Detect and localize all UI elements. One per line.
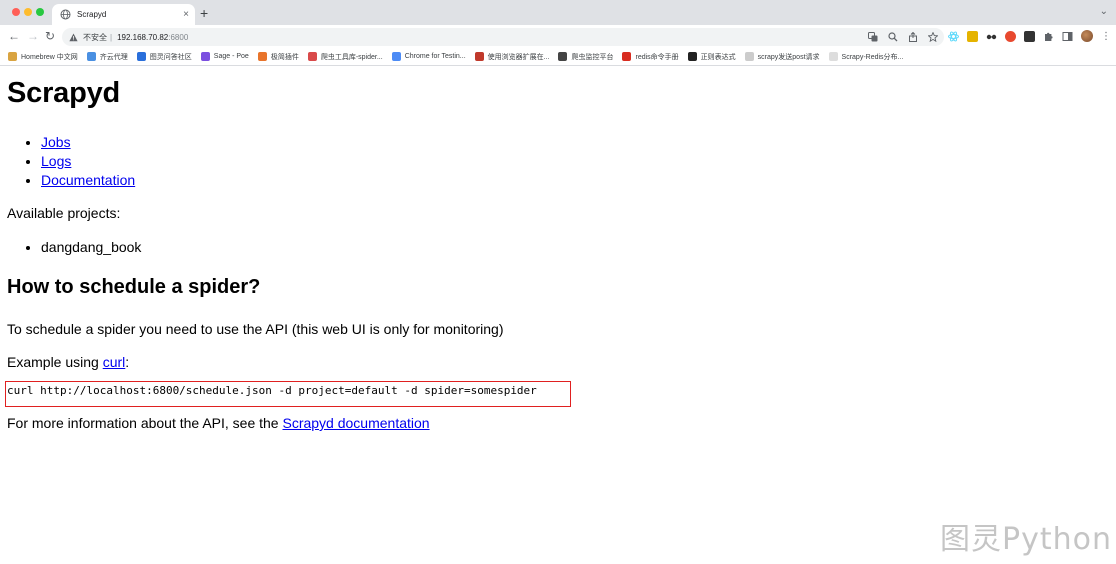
example-paragraph: Example using curl:: [7, 354, 129, 370]
schedule-heading: How to schedule a spider?: [7, 276, 261, 298]
bookmark-label: Sage - Poe: [213, 53, 249, 60]
bookmark-item[interactable]: 极简插件: [257, 52, 299, 62]
window-zoom-button[interactable]: [36, 8, 44, 16]
bookmark-item[interactable]: 图灵问答社区: [136, 52, 192, 62]
bookmark-favicon-icon: [828, 52, 838, 61]
address-bar[interactable]: 不安全 | 192.168.70.82 :6800: [62, 28, 944, 46]
bookmark-favicon-icon: [744, 52, 754, 61]
page-title: Scrapyd: [7, 77, 121, 109]
record-extension-icon[interactable]: [1005, 30, 1016, 42]
bookmark-favicon-icon: [257, 52, 267, 61]
window-close-button[interactable]: [12, 8, 20, 16]
example-suffix: :: [125, 354, 130, 370]
url-host: 192.168.70.82: [117, 32, 169, 42]
side-panel-icon[interactable]: [1062, 30, 1073, 42]
active-tab[interactable]: Scrapyd ×: [52, 4, 195, 25]
bookmark-item[interactable]: scrapy发送post请求: [744, 52, 820, 62]
info-prefix: For more information about the API, see …: [7, 415, 283, 431]
warning-icon[interactable]: [69, 33, 78, 42]
bookmark-item[interactable]: redis命令手册: [622, 52, 679, 62]
bookmark-item[interactable]: Chrome for Testin...: [391, 52, 466, 61]
scrapyd-documentation-link[interactable]: Scrapyd documentation: [282, 415, 429, 431]
bookmark-label: redis命令手册: [635, 53, 679, 61]
bookmark-label: 使用浏览器扩展在...: [487, 53, 550, 61]
globe-icon: [60, 9, 71, 20]
insecure-label: 不安全: [83, 32, 107, 42]
chevron-down-icon[interactable]: ⌄: [1100, 6, 1108, 17]
react-devtools-icon[interactable]: [948, 30, 959, 42]
projects-list: dangdang_book: [20, 238, 141, 257]
forward-button[interactable]: →: [27, 29, 39, 43]
window-minimize-button[interactable]: [24, 8, 32, 16]
bookmark-favicon-icon: [86, 52, 96, 61]
curl-command: curl http://localhost:6800/schedule.json…: [7, 384, 537, 397]
bookmark-favicon-icon: [687, 52, 697, 61]
bookmark-label: Scrapy-Redis分布...: [841, 53, 904, 61]
project-item: dangdang_book: [41, 238, 141, 257]
bookmark-favicon-icon: [474, 52, 484, 61]
bookmark-label: 图灵问答社区: [149, 53, 192, 61]
curl-link[interactable]: curl: [103, 354, 126, 370]
bookmark-item[interactable]: 爬虫工具库-spider...: [307, 52, 383, 62]
bookmark-label: 爬虫工具库-spider...: [320, 53, 383, 61]
available-projects-label: Available projects:: [7, 205, 121, 221]
zoom-icon[interactable]: [887, 31, 898, 42]
tab-close-icon[interactable]: ×: [183, 9, 189, 20]
bookmark-label: 齐云代理: [99, 53, 128, 61]
tab-strip: Scrapyd × + ⌄: [0, 0, 1116, 25]
list-item: Documentation: [41, 171, 135, 190]
bookmark-favicon-icon: [558, 52, 568, 61]
menu-kebab-icon[interactable]: ⋮: [1101, 31, 1111, 42]
back-button[interactable]: ←: [8, 29, 20, 43]
bookmark-favicon-icon: [391, 52, 401, 61]
new-tab-button[interactable]: +: [200, 6, 208, 20]
share-icon[interactable]: [907, 31, 918, 42]
avatar[interactable]: [1081, 30, 1093, 42]
info-paragraph: For more information about the API, see …: [7, 415, 430, 431]
list-item: Jobs: [41, 133, 135, 152]
bookmark-label: 爬虫监控平台: [571, 53, 614, 61]
translate-icon[interactable]: [867, 31, 878, 42]
bookmark-star-icon[interactable]: [927, 31, 938, 42]
example-prefix: Example using: [7, 354, 103, 370]
bookmark-label: 极简插件: [270, 53, 299, 61]
extensions-puzzle-icon[interactable]: [1043, 30, 1054, 42]
browser-toolbar: ← → ↻ 不安全 | 192.168.70.82 :6800 ⋮: [0, 25, 1116, 48]
bookmark-favicon-icon: [307, 52, 317, 61]
bookmark-label: scrapy发送post请求: [757, 53, 820, 61]
bookmark-item[interactable]: Scrapy-Redis分布...: [828, 52, 904, 62]
bookmark-label: 正则表达式: [700, 53, 736, 61]
bookmark-item[interactable]: 齐云代理: [86, 52, 128, 62]
bookmark-favicon-icon: [622, 52, 632, 61]
bookmark-item[interactable]: Homebrew 中文网: [8, 52, 78, 62]
bookmark-label: Chrome for Testin...: [404, 53, 466, 60]
bookmark-favicon-icon: [8, 52, 17, 61]
logs-link[interactable]: Logs: [41, 153, 71, 169]
bookmark-favicon-icon: [200, 52, 210, 61]
bookmarks-bar: Homebrew 中文网 齐云代理 图灵问答社区 Sage - Poe 极简插件 爬虫工具…: [0, 48, 1116, 66]
bookmark-item[interactable]: 使用浏览器扩展在...: [474, 52, 550, 62]
tab-title: Scrapyd: [77, 10, 107, 19]
address-separator: |: [110, 32, 113, 42]
url-port: :6800: [168, 32, 189, 42]
bookmark-item[interactable]: Sage - Poe: [200, 52, 249, 61]
watermark: 图灵Python: [940, 522, 1112, 557]
jobs-link[interactable]: Jobs: [41, 134, 71, 150]
bookmark-item[interactable]: 正则表达式: [687, 52, 736, 62]
nav-links-list: Jobs Logs Documentation: [20, 133, 135, 190]
dark-extension-icon[interactable]: [1024, 30, 1035, 42]
glasses-extension-icon[interactable]: [986, 30, 997, 42]
schedule-description: To schedule a spider you need to use the…: [7, 321, 504, 337]
bookmark-label: Homebrew 中文网: [21, 53, 78, 61]
list-item: Logs: [41, 152, 135, 171]
documentation-link[interactable]: Documentation: [41, 172, 135, 188]
page-content: Scrapyd Jobs Logs Documentation Availabl…: [0, 67, 1116, 564]
bookmark-item[interactable]: 爬虫监控平台: [558, 52, 613, 62]
reload-button[interactable]: ↻: [45, 29, 55, 43]
bookmark-favicon-icon: [136, 52, 146, 61]
translate-extension-icon[interactable]: [967, 30, 978, 42]
